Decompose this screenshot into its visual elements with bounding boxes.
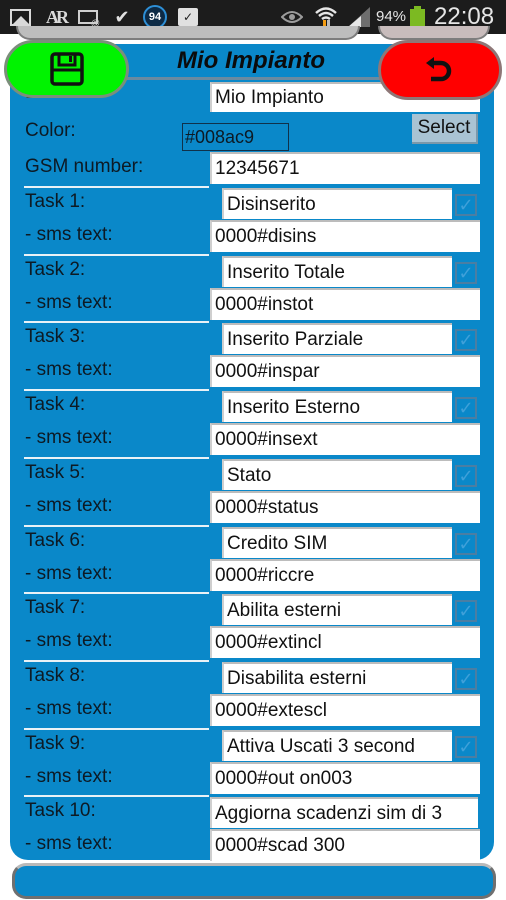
page-title: Mio Impianto (177, 46, 325, 74)
task-name-input[interactable]: Credito SIM (222, 527, 452, 558)
sms-text-label: - sms text: (25, 766, 113, 787)
check-icon: ✔ (114, 6, 130, 27)
sms-text-label: - sms text: (25, 224, 113, 245)
wifi-icon (313, 6, 339, 28)
task-label: Task 3: (25, 326, 86, 347)
checkmark-icon: ✓ (458, 194, 474, 215)
task-separator (24, 389, 209, 391)
checkmark-icon: ✓ (458, 329, 474, 350)
task-separator (24, 321, 209, 323)
battery-percent: 94% (376, 8, 407, 25)
gallery-icon (8, 6, 32, 28)
sms-text-label: - sms text: (25, 833, 113, 854)
task-enabled-checkbox[interactable]: ✓ (455, 329, 477, 351)
sms-text-label: - sms text: (25, 630, 113, 651)
task-name-input[interactable]: Aggiorna scadenzi sim di 3 (210, 797, 478, 828)
checkmark-icon: ✓ (458, 397, 474, 418)
sms-text-input[interactable]: 0000#inspar (210, 355, 480, 387)
sms-text-input[interactable]: 0000#riccre (210, 559, 480, 591)
task-label: Task 1: (25, 191, 86, 212)
task-enabled-checkbox[interactable]: ✓ (455, 262, 477, 284)
email-icon: @ (75, 6, 101, 28)
gsm-input[interactable]: 12345671 (210, 152, 480, 184)
task-separator (24, 186, 209, 188)
gsm-label: GSM number: (25, 156, 144, 177)
task-name-input[interactable]: Attiva Uscati 3 second (222, 730, 452, 761)
task-label: Task 5: (25, 462, 86, 483)
task-separator (24, 592, 209, 594)
checkmark-icon: ✓ (458, 533, 474, 554)
sms-text-input[interactable]: 0000#disins (210, 220, 480, 252)
shopping-bag-icon: ✓ (176, 6, 200, 28)
sms-text-label: - sms text: (25, 698, 113, 719)
checkmark-icon: ✓ (458, 736, 474, 757)
task-name-input[interactable]: Inserito Parziale (222, 323, 452, 354)
back-button[interactable] (378, 40, 502, 100)
checkmark-icon: ✓ (458, 600, 474, 621)
eye-icon (280, 6, 304, 28)
task-name-input[interactable]: Disabilita esterni (222, 662, 452, 693)
task-separator (24, 525, 209, 527)
background-pill-left (16, 26, 360, 40)
signal-icon (348, 6, 370, 28)
task-name-input[interactable]: Disinserito (222, 188, 452, 219)
task-separator (24, 660, 209, 662)
floppy-disk-icon (49, 52, 84, 86)
task-name-input[interactable]: Stato (222, 459, 452, 490)
sms-text-input[interactable]: 0000#extincl (210, 626, 480, 658)
sms-text-label: - sms text: (25, 563, 113, 584)
task-enabled-checkbox[interactable]: ✓ (455, 397, 477, 419)
task-separator (24, 728, 209, 730)
background-pill-right (378, 26, 490, 40)
task-enabled-checkbox[interactable]: ✓ (455, 465, 477, 487)
task-name-input[interactable]: Abilita esterni (222, 594, 452, 625)
badge-94-icon: 94 (142, 5, 168, 29)
task-enabled-checkbox[interactable]: ✓ (455, 600, 477, 622)
task-label: Task 4: (25, 394, 86, 415)
task-label: Task 8: (25, 665, 86, 686)
task-label: Task 2: (25, 259, 86, 280)
bottom-bar (12, 863, 496, 899)
task-enabled-checkbox[interactable]: ✓ (455, 668, 477, 690)
task-separator (24, 457, 209, 459)
checkmark-icon: ✓ (458, 668, 474, 689)
checkmark-icon: ✓ (458, 465, 474, 486)
task-name-input[interactable]: Inserito Esterno (222, 391, 452, 422)
task-label: Task 7: (25, 597, 86, 618)
task-enabled-checkbox[interactable]: ✓ (455, 533, 477, 555)
task-separator (24, 795, 209, 797)
select-color-button[interactable]: Select (412, 114, 478, 144)
task-label: Task 9: (25, 733, 86, 754)
ar-icon: AR (46, 6, 69, 27)
task-label: Task 6: (25, 530, 86, 551)
color-label: Color: (25, 120, 76, 141)
save-button[interactable] (4, 40, 129, 98)
task-enabled-checkbox[interactable]: ✓ (455, 194, 477, 216)
sms-text-input[interactable]: 0000#insext (210, 423, 480, 455)
undo-arrow-icon (426, 57, 452, 82)
sms-text-label: - sms text: (25, 495, 113, 516)
sms-text-label: - sms text: (25, 292, 113, 313)
task-name-input[interactable]: Inserito Totale (222, 256, 452, 287)
sms-text-label: - sms text: (25, 427, 113, 448)
title-bar: Mio Impianto (120, 44, 382, 80)
sms-text-input[interactable]: 0000#status (210, 491, 480, 523)
sms-text-label: - sms text: (25, 359, 113, 380)
checkmark-icon: ✓ (458, 262, 474, 283)
sms-text-input[interactable]: 0000#instot (210, 288, 480, 320)
sms-text-input[interactable]: 0000#extescl (210, 694, 480, 726)
sms-text-input[interactable]: 0000#out on003 (210, 762, 480, 794)
task-label: Task 10: (25, 800, 96, 821)
task-separator (24, 254, 209, 256)
task-enabled-checkbox[interactable]: ✓ (455, 736, 477, 758)
color-input[interactable]: #008ac9 (182, 123, 289, 151)
sms-text-input[interactable]: 0000#scad 300 (210, 829, 480, 861)
